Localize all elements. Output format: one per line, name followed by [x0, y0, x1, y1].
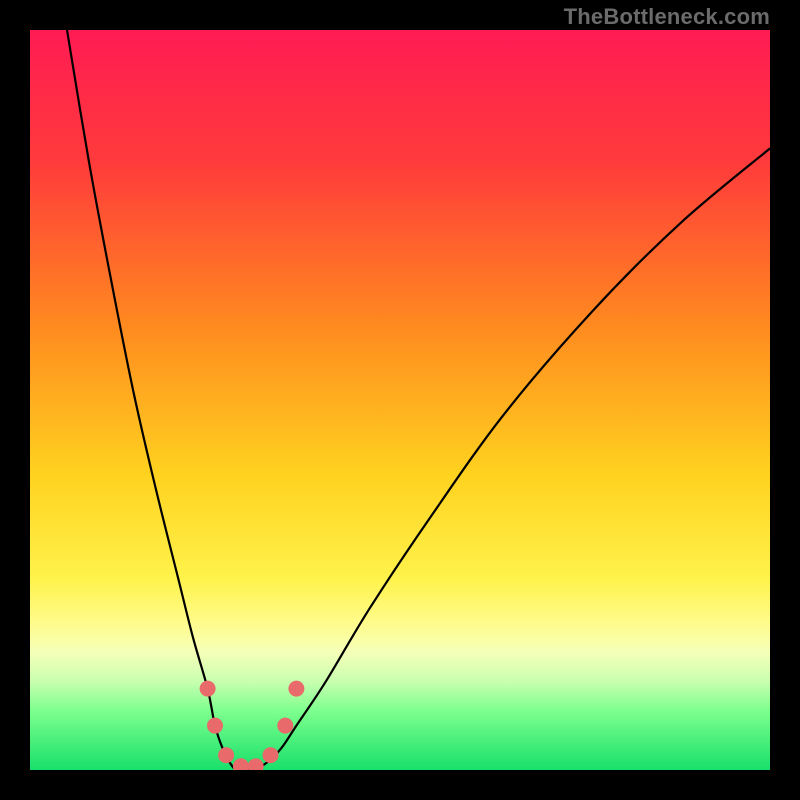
outer-frame: TheBottleneck.com — [0, 0, 800, 800]
highlight-dot — [200, 681, 216, 697]
gradient-background — [30, 30, 770, 770]
highlight-dot — [277, 718, 293, 734]
bottleneck-chart — [30, 30, 770, 770]
watermark-label: TheBottleneck.com — [564, 4, 770, 30]
highlight-dot — [288, 681, 304, 697]
highlight-dot — [218, 747, 234, 763]
highlight-dot — [263, 747, 279, 763]
plot-area — [30, 30, 770, 770]
highlight-dot — [207, 718, 223, 734]
